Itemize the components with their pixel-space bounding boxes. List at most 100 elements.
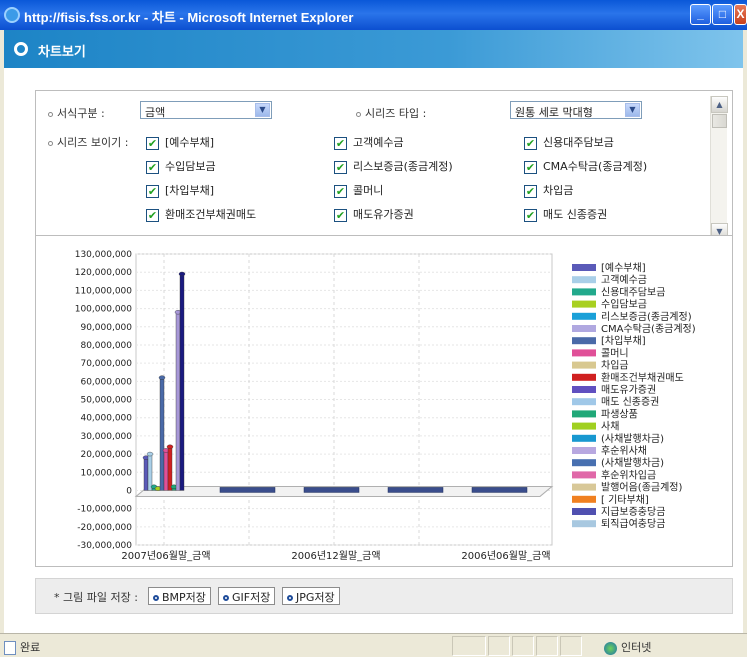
- minimize-button[interactable]: _: [690, 4, 711, 25]
- legend-swatch: [572, 471, 596, 479]
- check-icon: ✔: [146, 184, 159, 198]
- scroll-thumb[interactable]: [712, 114, 727, 128]
- legend-label: 파생상품: [601, 408, 638, 420]
- checkbox-series-3[interactable]: ✔ 수입담보금: [146, 158, 216, 174]
- checkbox-series-7[interactable]: ✔ 콜머니: [334, 182, 383, 198]
- checkbox-series-11[interactable]: ✔ 매도 신종증권: [524, 206, 607, 222]
- y-tick-label: 130,000,000: [75, 250, 133, 260]
- legend-swatch: [572, 288, 596, 296]
- checkbox-series-9[interactable]: ✔ 환매조건부채권매도: [146, 206, 256, 222]
- checkbox-series-8[interactable]: ✔ 차입금: [524, 182, 573, 198]
- legend-swatch: [572, 373, 596, 381]
- close-button[interactable]: X: [734, 4, 747, 25]
- legend-swatch: [572, 410, 596, 418]
- check-icon: ✔: [334, 136, 347, 150]
- legend-swatch: [572, 312, 596, 320]
- chart-panel: 130,000,000 120,000,000 110,000,000 100,000…: [35, 235, 733, 567]
- y-tick-label: 70,000,000: [80, 359, 132, 369]
- checkbox-series-10[interactable]: ✔ 매도유가증권: [334, 206, 414, 222]
- y-tick-label: 60,000,000: [80, 377, 132, 387]
- legend-label: (사채발행차금): [601, 433, 664, 445]
- y-tick-label: 10,000,000: [80, 468, 132, 478]
- checkbox-series-5[interactable]: ✔ CMA수탁금(종금계정): [524, 158, 647, 174]
- bar: [147, 453, 153, 491]
- format-label: 서식구분 :: [48, 105, 105, 121]
- check-icon: ✔: [146, 136, 159, 150]
- legend-label: 수입담보금: [601, 298, 647, 311]
- bullet-icon: [48, 140, 53, 146]
- window-titlebar: http://fisis.fss.or.kr - 차트 - Microsoft …: [0, 0, 747, 30]
- checkbox-series-4[interactable]: ✔ 리스보증금(종금계정): [334, 158, 453, 174]
- bar: [159, 377, 165, 491]
- bar: [179, 273, 185, 491]
- checkbox-series-0[interactable]: ✔ [예수부채]: [146, 134, 214, 150]
- x-tick-label: 2006년06월말_금액: [461, 550, 550, 562]
- legend-label: 지급보증충당금: [601, 506, 665, 518]
- x-tick-label: 2006년12월말_금액: [291, 550, 380, 562]
- ie-icon: [4, 7, 20, 23]
- y-tick-label: 80,000,000: [80, 341, 132, 351]
- series-type-label: 시리즈 타입 :: [356, 105, 426, 121]
- legend-label: 발행어음(종금계정): [601, 482, 683, 494]
- legend-swatch: [572, 508, 596, 515]
- check-icon: ✔: [334, 184, 347, 198]
- page-content: 차트보기 서식구분 : 금액 ▼ 시리즈 타입 : 원통 세로 막대형 ▼ 시리즈 …: [4, 30, 743, 633]
- legend-swatch: [572, 264, 596, 271]
- check-icon: ✔: [524, 184, 537, 198]
- y-tick-label: -30,000,000: [77, 541, 132, 551]
- status-segment: [488, 636, 510, 656]
- status-segment: [512, 636, 534, 656]
- bar-top: [178, 271, 186, 277]
- legend-swatch: [572, 398, 596, 406]
- zone-indicator: 인터넷: [604, 639, 651, 655]
- check-icon: ✔: [334, 160, 347, 174]
- checkbox-series-6[interactable]: ✔ [차입부채]: [146, 182, 214, 198]
- circle-icon: [14, 42, 28, 56]
- bullet-icon: [223, 595, 229, 601]
- save-gif-button[interactable]: GIF저장: [218, 587, 276, 605]
- bullet-icon: [287, 595, 293, 601]
- legend-swatch: [572, 325, 596, 332]
- bar: [175, 311, 181, 491]
- legend-label: 환매조건부채권매도: [601, 372, 684, 384]
- check-icon: ✔: [524, 160, 537, 174]
- legend-label: CMA수탁금(종금계정): [601, 323, 696, 335]
- bar: [163, 450, 169, 491]
- legend-swatch: [572, 459, 596, 467]
- series-type-select[interactable]: 원통 세로 막대형 ▼: [510, 101, 642, 119]
- maximize-button[interactable]: □: [712, 4, 733, 25]
- scroll-up-icon[interactable]: ▲: [711, 96, 728, 113]
- status-segment: [452, 636, 486, 656]
- legend-swatch: [572, 422, 596, 430]
- window-title: http://fisis.fss.or.kr - 차트 - Microsoft …: [24, 10, 354, 25]
- legend-swatch: [572, 361, 596, 369]
- y-tick-label: -20,000,000: [77, 523, 132, 533]
- status-segment: [536, 636, 558, 656]
- legend-swatch: [572, 447, 596, 454]
- legend-label: 후순위사채: [601, 444, 647, 457]
- bar-flat: [219, 487, 276, 493]
- checkbox-series-1[interactable]: ✔ 고객예수금: [334, 134, 404, 150]
- bullet-icon: [153, 595, 159, 601]
- bullet-icon: [356, 111, 361, 117]
- y-tick-label: -10,000,000: [77, 505, 132, 515]
- check-icon: ✔: [146, 160, 159, 174]
- legend-label: 차입금: [601, 359, 629, 372]
- legend-label: 매도유가증권: [601, 384, 656, 396]
- y-tick-label: 100,000,000: [75, 305, 133, 315]
- y-tick-label: 0: [126, 486, 132, 496]
- save-jpg-button[interactable]: JPG저장: [282, 587, 340, 605]
- legend-swatch: [572, 434, 596, 442]
- bar-flat: [387, 487, 444, 493]
- legend-label: 사채: [601, 421, 619, 433]
- check-icon: ✔: [146, 208, 159, 222]
- bar-top: [146, 451, 154, 457]
- series-scrollbar[interactable]: ▲ ▼: [710, 96, 728, 240]
- checkbox-series-2[interactable]: ✔ 신용대주담보금: [524, 134, 614, 150]
- legend-swatch: [572, 349, 596, 357]
- format-select[interactable]: 금액 ▼: [140, 101, 272, 119]
- status-bar: 완료 인터넷: [0, 633, 747, 657]
- legend-label: 후순위차입금: [601, 468, 656, 481]
- save-bmp-button[interactable]: BMP저장: [148, 587, 211, 605]
- y-tick-label: 90,000,000: [80, 323, 132, 333]
